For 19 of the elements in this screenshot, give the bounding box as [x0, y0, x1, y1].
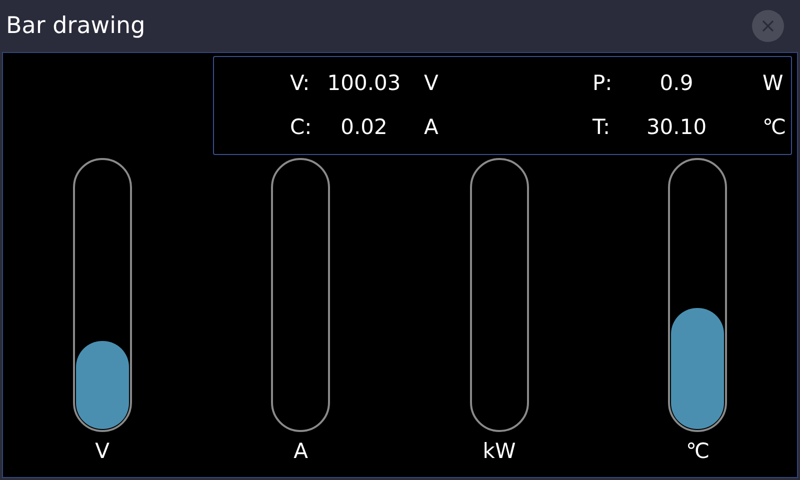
reading-value: 30.10: [645, 114, 708, 140]
gauge-label: ℃: [686, 438, 710, 465]
reading-label: V:: [289, 70, 311, 97]
gauge-label: V: [95, 438, 110, 465]
reading-label: T:: [592, 114, 612, 140]
reading-label: P:: [592, 70, 614, 97]
reading-unit: ℃: [762, 114, 786, 140]
reading-label: C:: [289, 114, 313, 140]
reading-value: 0.02: [340, 114, 388, 140]
reading-unit: A: [423, 114, 438, 140]
close-button[interactable]: [752, 10, 784, 42]
reading-unit: V: [423, 70, 438, 97]
reading-value: 0.9: [658, 70, 694, 97]
gauge-label: A: [294, 438, 308, 465]
gauge-label: kW: [482, 438, 516, 465]
close-icon: [762, 20, 774, 32]
window-title: Bar drawing: [6, 12, 146, 41]
reading-unit: W: [762, 70, 784, 97]
reading-value: 100.03: [326, 70, 402, 97]
